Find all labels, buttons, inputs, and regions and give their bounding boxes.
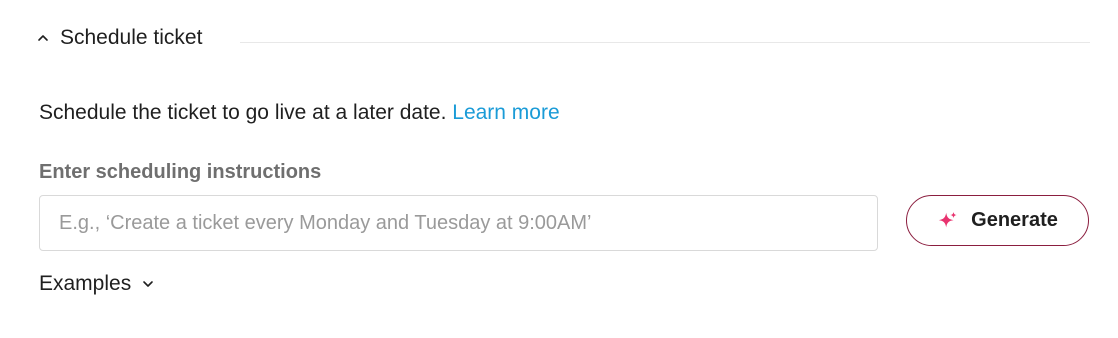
- description: Schedule the ticket to go live at a late…: [39, 101, 560, 125]
- learn-more-link[interactable]: Learn more: [452, 101, 559, 124]
- examples-label: Examples: [39, 272, 132, 295]
- examples-toggle[interactable]: Examples: [39, 272, 155, 296]
- description-text: Schedule the ticket to go live at a late…: [39, 101, 453, 124]
- scheduling-instructions-input[interactable]: [40, 196, 877, 250]
- sparkle-icon: [937, 210, 959, 232]
- chevron-down-icon: [141, 277, 155, 291]
- instructions-field: [39, 195, 878, 251]
- generate-button[interactable]: Generate: [906, 195, 1089, 246]
- chevron-up-icon: [36, 31, 50, 45]
- schedule-ticket-toggle[interactable]: Schedule ticket: [36, 26, 202, 50]
- generate-label: Generate: [971, 209, 1058, 231]
- instructions-label: Enter scheduling instructions: [39, 161, 322, 183]
- schedule-ticket-panel: Schedule ticket Schedule the ticket to g…: [0, 0, 1118, 338]
- section-title: Schedule ticket: [60, 26, 203, 49]
- section-divider: [240, 42, 1090, 43]
